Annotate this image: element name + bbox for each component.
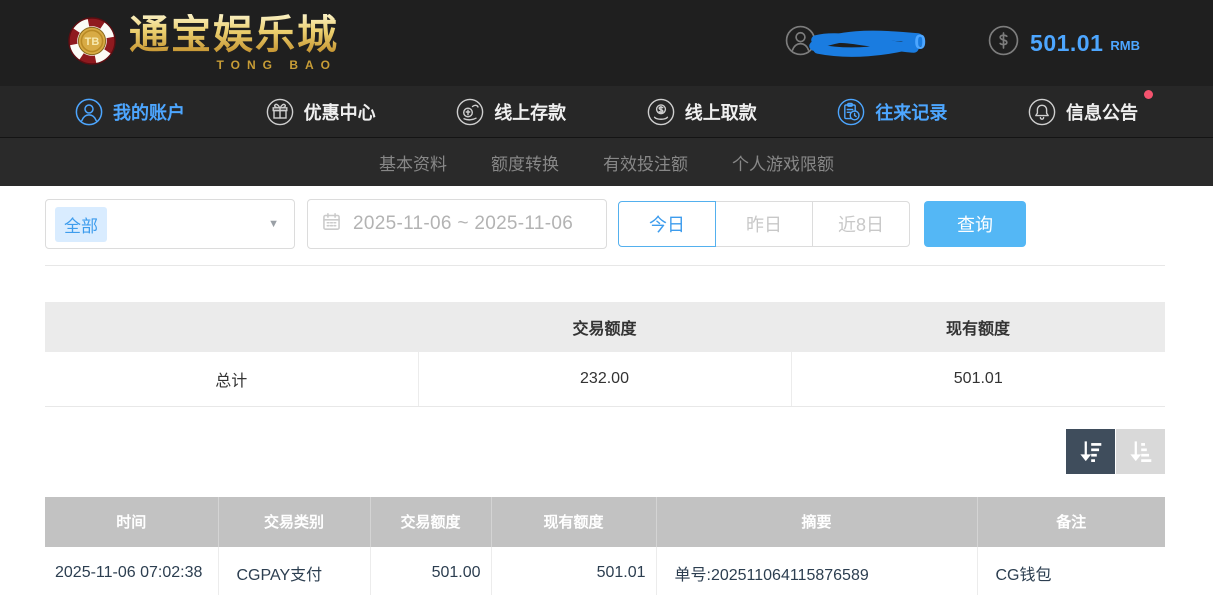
summary-total-row: 总计 232.00 501.01 (45, 352, 1165, 406)
sort-ascending-icon (1127, 438, 1154, 465)
quick-range-tabs: 今日 昨日 近8日 (618, 201, 910, 247)
tx-amount: 501.00 (370, 547, 491, 595)
nav-label: 往来记录 (875, 99, 947, 125)
tx-col-balance: 现有额度 (491, 497, 656, 547)
dollar-coin-icon (988, 25, 1019, 61)
calendar-icon (321, 211, 342, 237)
withdraw-icon (647, 98, 675, 126)
nav-item-withdraw[interactable]: 线上取款 (647, 98, 757, 126)
sub-nav: 基本资料 额度转换 有效投注额 个人游戏限额 (0, 137, 1213, 186)
gift-icon (266, 98, 294, 126)
brand-logo[interactable]: TB 通宝娱乐城 TONG BAO (68, 14, 339, 72)
user-account-area: 0 (785, 24, 926, 63)
brand-name-cn: 通宝娱乐城 (129, 14, 339, 56)
nav-label: 优惠中心 (304, 99, 376, 125)
balance-currency: RMB (1110, 33, 1140, 53)
content-area: 全部 ▼ 2025-11-06 ~ 2025-11-06 今日 昨日 近8日 查… (0, 199, 1213, 595)
nav-item-my-account[interactable]: 我的账户 (75, 98, 185, 126)
brand-name-en: TONG BAO (129, 58, 339, 72)
username-visible-suffix: 0 (914, 31, 926, 55)
main-nav: 我的账户 优惠中心 线上存款 线上取款 (0, 86, 1213, 137)
nav-item-announcements[interactable]: 信息公告 (1028, 98, 1138, 126)
filter-divider (45, 265, 1165, 266)
nav-label: 信息公告 (1066, 99, 1138, 125)
subnav-item-credit-transfer[interactable]: 额度转换 (491, 150, 559, 175)
filter-row: 全部 ▼ 2025-11-06 ~ 2025-11-06 今日 昨日 近8日 查… (45, 199, 1165, 249)
nav-label: 线上存款 (494, 99, 566, 125)
transaction-row: 2025-11-06 07:02:38 CGPAY支付 501.00 501.0… (45, 547, 1165, 595)
tx-col-amount: 交易额度 (370, 497, 491, 547)
subnav-item-personal-game-limit[interactable]: 个人游戏限额 (732, 150, 834, 175)
tx-time: 2025-11-06 07:02:38 (45, 547, 218, 595)
transactions-table: 时间 交易类别 交易额度 现有额度 摘要 备注 2025-11-06 07:02… (45, 497, 1165, 595)
category-selected-tag: 全部 (55, 207, 107, 242)
sort-controls (45, 429, 1165, 474)
subnav-item-valid-bets[interactable]: 有效投注额 (603, 150, 688, 175)
notification-dot (1144, 90, 1153, 99)
tx-note: CG钱包 (977, 547, 1165, 595)
sort-descending-button[interactable] (1066, 429, 1115, 474)
summary-transaction-amount: 232.00 (418, 352, 791, 406)
user-icon (75, 98, 103, 126)
casino-chip-icon: TB (68, 17, 116, 70)
nav-label: 线上取款 (685, 99, 757, 125)
deposit-icon (456, 98, 484, 126)
chevron-down-icon: ▼ (268, 218, 279, 230)
tx-balance: 501.01 (491, 547, 656, 595)
records-icon (837, 98, 865, 126)
nav-item-promotions[interactable]: 优惠中心 (266, 98, 376, 126)
date-range-value: 2025-11-06 ~ 2025-11-06 (353, 213, 573, 235)
summary-col-empty (45, 302, 418, 352)
summary-table: 交易额度 现有额度 总计 232.00 501.01 (45, 302, 1165, 407)
bell-icon (1028, 98, 1056, 126)
subnav-item-basic-info[interactable]: 基本资料 (379, 150, 447, 175)
username-redaction-scribble (806, 28, 928, 63)
summary-col-transaction-amount: 交易额度 (418, 302, 791, 352)
tx-type: CGPAY支付 (218, 547, 370, 595)
nav-item-deposit[interactable]: 线上存款 (456, 98, 566, 126)
tx-col-time: 时间 (45, 497, 218, 547)
category-select[interactable]: 全部 ▼ (45, 199, 295, 249)
site-header: TB 通宝娱乐城 TONG BAO (0, 0, 1213, 86)
nav-item-records[interactable]: 往来记录 (837, 98, 947, 126)
summary-total-label: 总计 (45, 352, 418, 406)
tx-col-type: 交易类别 (218, 497, 370, 547)
tx-summary: 单号:202511064115876589 (656, 547, 977, 595)
tab-today[interactable]: 今日 (618, 201, 716, 247)
tab-last-8-days[interactable]: 近8日 (812, 201, 910, 247)
sort-ascending-button[interactable] (1116, 429, 1165, 474)
summary-current-amount: 501.01 (791, 352, 1165, 406)
query-button[interactable]: 查询 (924, 201, 1026, 247)
chip-label: TB (85, 36, 100, 48)
summary-col-current-amount: 现有额度 (791, 302, 1165, 352)
date-range-input[interactable]: 2025-11-06 ~ 2025-11-06 (307, 199, 607, 249)
balance-amount: 501.01 (1030, 30, 1103, 57)
sort-descending-icon (1077, 438, 1104, 465)
tab-yesterday[interactable]: 昨日 (715, 201, 813, 247)
tx-col-summary: 摘要 (656, 497, 977, 547)
tx-col-note: 备注 (977, 497, 1165, 547)
balance-area: 501.01 RMB (988, 25, 1140, 61)
nav-label: 我的账户 (113, 99, 185, 125)
